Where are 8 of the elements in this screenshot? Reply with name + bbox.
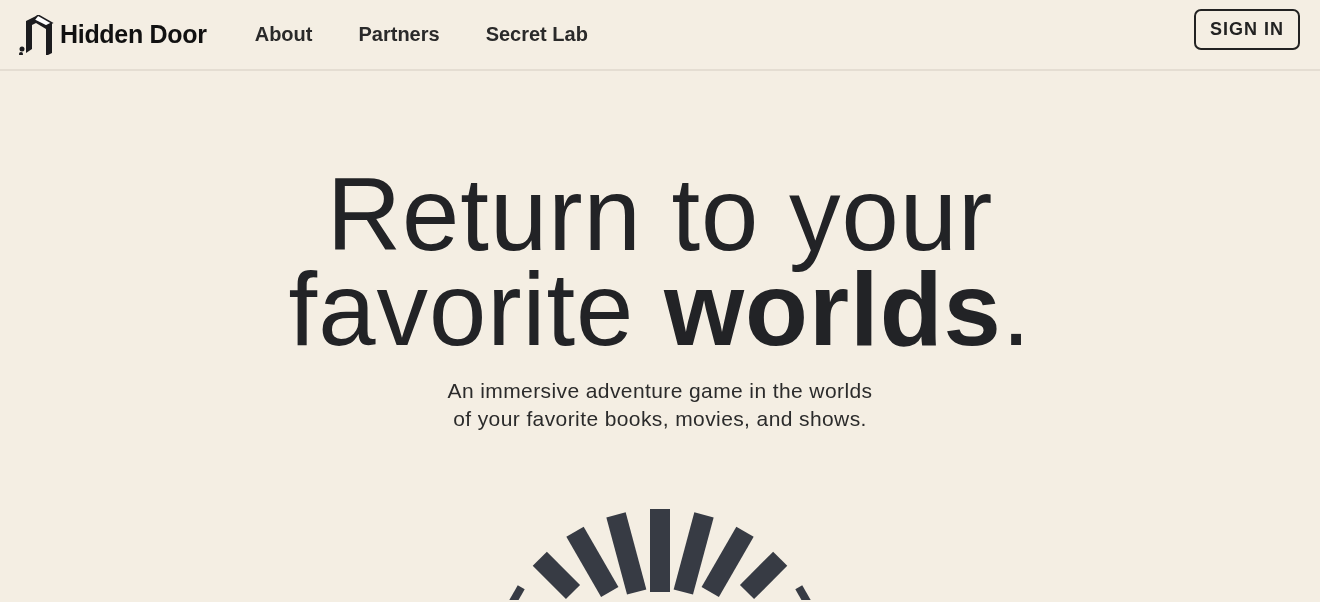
hero-subtitle: An immersive adventure game in the worlds of your favorite books, movies, and shows. [447,378,873,432]
brand-name[interactable]: Hidden Door [60,20,207,49]
door-logo-icon [18,14,54,55]
nav-link[interactable]: About [254,23,313,46]
nav-link[interactable]: Partners [358,23,440,46]
nav-link[interactable]: Secret Lab [485,23,588,46]
hero-title: Return to your favorite worlds. [288,167,1032,357]
sign-in-button[interactable]: SIGN IN [1194,9,1300,50]
